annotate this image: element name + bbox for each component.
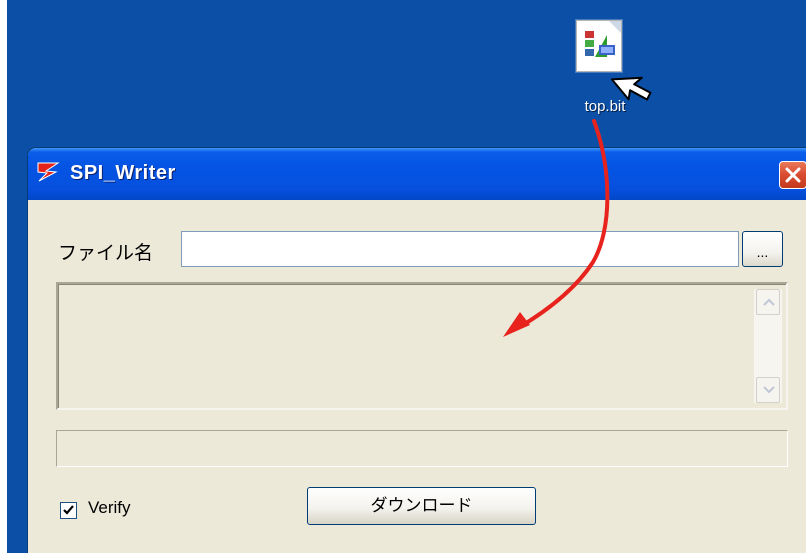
chevron-down-icon [763, 386, 775, 394]
chevron-up-icon [763, 298, 775, 306]
filename-input[interactable] [181, 231, 739, 267]
close-icon [785, 167, 801, 183]
title-bar[interactable]: SPI_Writer [28, 148, 806, 200]
log-textarea[interactable] [56, 282, 788, 410]
spi-writer-app-icon [36, 160, 60, 184]
scroll-up-button[interactable] [756, 289, 780, 315]
log-frame [58, 284, 786, 408]
close-button[interactable] [779, 161, 806, 189]
progress-bar [56, 430, 788, 467]
arrow-cursor-icon [607, 65, 659, 109]
desktop: top.bit SPI_Writer ファイル名 ... Verify ダウンロ… [7, 0, 806, 553]
spi-writer-window: SPI_Writer ファイル名 ... Verify ダウンロード [28, 148, 806, 553]
download-button[interactable]: ダウンロード [307, 487, 536, 525]
filename-label: ファイル名 [58, 242, 154, 264]
verify-checkbox[interactable] [60, 502, 77, 519]
browse-button[interactable]: ... [742, 231, 783, 267]
window-client-area: ファイル名 ... Verify ダウンロード [28, 200, 806, 553]
window-title: SPI_Writer [70, 162, 176, 184]
checkmark-icon [63, 505, 74, 515]
verify-label[interactable]: Verify [88, 498, 131, 518]
vertical-scrollbar[interactable] [754, 289, 782, 403]
scroll-down-button[interactable] [756, 377, 780, 403]
